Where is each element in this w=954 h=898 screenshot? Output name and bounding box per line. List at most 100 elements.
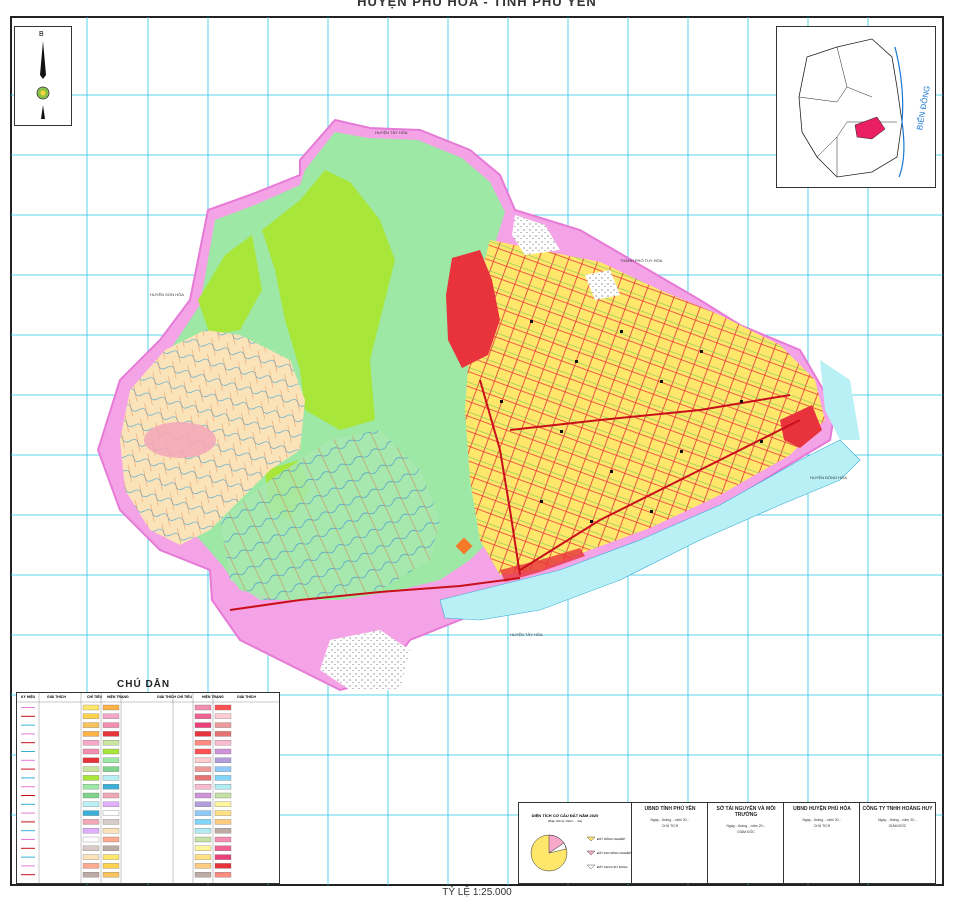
- signature-date: Ngày....tháng....năm 20...: [650, 818, 690, 822]
- legend-swatch: [214, 775, 232, 781]
- legend-swatch: [102, 792, 120, 799]
- legend-swatch: [82, 766, 100, 772]
- legend-swatch: [82, 792, 100, 799]
- legend-swatch: [102, 766, 120, 772]
- legend-swatch: [214, 704, 232, 711]
- legend-swatch: [82, 801, 100, 807]
- legend-swatch: [214, 828, 232, 834]
- legend-swatch: [214, 810, 232, 816]
- signature-role: CHỦ TỊCH: [813, 824, 831, 828]
- legend-swatch: [82, 845, 100, 851]
- legend-swatch: [102, 740, 120, 746]
- location-inset: BIỂN ĐÔNG: [776, 26, 936, 188]
- legend-swatch: [214, 766, 232, 772]
- compass-icon: [36, 41, 50, 119]
- legend-swatch: [214, 740, 232, 746]
- legend-swatch: [102, 836, 120, 843]
- legend-swatch: [194, 784, 212, 790]
- legend-swatch: [102, 748, 120, 755]
- legend-swatch: [214, 792, 232, 799]
- legend-swatch: [194, 819, 212, 825]
- province-outline: [798, 38, 905, 178]
- legend: CHÚ DẪN KÝ HIỆU GIẢI THÍCH CHỈ TIÊU HIỆN…: [16, 679, 280, 884]
- legend-swatch: [82, 836, 100, 843]
- legend-swatch: [102, 775, 120, 781]
- legend-swatch: [214, 748, 232, 755]
- label-northeast: THÀNH PHỐ TUY HÒA: [620, 258, 663, 263]
- legend-swatch: [194, 854, 212, 860]
- legend-swatch: [102, 704, 120, 711]
- label-southeast: HUYỆN ĐÔNG HÒA: [810, 475, 847, 480]
- legend-swatch: [102, 722, 120, 728]
- legend-swatch: [102, 801, 120, 807]
- legend-swatch: [102, 784, 120, 790]
- legend-swatch: [194, 757, 212, 763]
- land-structure-pie: [530, 834, 596, 872]
- legend-swatch: [102, 819, 120, 825]
- legend-swatches: [17, 693, 279, 883]
- legend-swatch: [194, 713, 212, 719]
- legend-swatch: [102, 845, 120, 851]
- legend-swatch: [214, 731, 232, 737]
- legend-title: CHÚ DẪN: [117, 679, 171, 690]
- legend-swatch: [194, 748, 212, 755]
- legend-swatch: [102, 757, 120, 763]
- label-north: HUYỆN TÂY HÒA: [375, 130, 408, 135]
- legend-swatch: [214, 784, 232, 790]
- signature-role: GIÁM ĐỐC: [888, 824, 907, 828]
- pie-legend-item: ĐẤT PHI NÔNG NGHIỆP: [597, 851, 631, 855]
- legend-swatch: [214, 872, 232, 878]
- legend-swatch: [82, 704, 100, 711]
- legend-swatch: [214, 854, 232, 860]
- agricultural-zone: [465, 240, 825, 575]
- label-south: HUYỆN TÂY HÒA: [510, 632, 543, 637]
- legend-swatch: [194, 722, 212, 728]
- legend-swatch: [82, 757, 100, 763]
- legend-swatch: [194, 872, 212, 878]
- legend-swatch: [82, 775, 100, 781]
- legend-swatch: [82, 713, 100, 719]
- legend-swatch: [214, 845, 232, 851]
- legend-swatch: [214, 757, 232, 763]
- north-arrow: B: [14, 26, 72, 126]
- legend-swatch: [194, 863, 212, 869]
- signature-org: UBND TỈNH PHÚ YÊN: [644, 806, 696, 812]
- signature-date: Ngày....tháng....năm 20...: [877, 818, 918, 822]
- legend-swatch: [194, 731, 212, 737]
- signature-cell: CÔNG TY TNHH HOÀNG HUY Ngày....tháng....…: [859, 803, 935, 883]
- signature-role: CHỦ TỊCH: [661, 824, 679, 828]
- signature-date: Ngày....tháng....năm 20...: [726, 824, 766, 828]
- legend-swatch: [214, 863, 232, 869]
- legend-swatch: [82, 854, 100, 860]
- pink-patch: [144, 422, 216, 458]
- signature-date: Ngày....tháng....năm 20...: [802, 818, 842, 822]
- pie-legend-item: ĐẤT CHƯA SỬ DỤNG: [597, 865, 628, 869]
- legend-swatch: [82, 722, 100, 728]
- legend-swatch: [102, 872, 120, 878]
- legend-swatch: [194, 801, 212, 807]
- legend-swatch: [82, 731, 100, 737]
- legend-swatch: [194, 775, 212, 781]
- legend-swatch: [194, 740, 212, 746]
- legend-swatch: [102, 854, 120, 860]
- label-west: HUYỆN SƠN HÒA: [150, 292, 184, 297]
- signature-org: SỞ TÀI NGUYÊN VÀ MÔI TRƯỜNG: [716, 806, 776, 818]
- legend-swatch: [214, 836, 232, 843]
- legend-swatch: [102, 828, 120, 834]
- signature-block: DIỆN TÍCH CƠ CẤU ĐẤT NĂM 2020 (Diện tích…: [518, 802, 936, 884]
- legend-swatch: [194, 810, 212, 816]
- legend-swatch: [194, 828, 212, 834]
- signature-cell: UBND TỈNH PHÚ YÊN Ngày....tháng....năm 2…: [631, 803, 708, 883]
- legend-swatch: [214, 801, 232, 807]
- legend-swatch: [82, 748, 100, 755]
- legend-swatch: [102, 863, 120, 869]
- legend-swatch: [194, 836, 212, 843]
- legend-swatch: [82, 740, 100, 746]
- legend-swatch: [194, 845, 212, 851]
- signature-cell: SỞ TÀI NGUYÊN VÀ MÔI TRƯỜNG Ngày....thán…: [707, 803, 784, 883]
- signature-org: UBND HUYỆN PHÚ HÒA: [793, 806, 851, 812]
- legend-swatch: [214, 819, 232, 825]
- legend-swatch: [82, 872, 100, 878]
- legend-swatch: [102, 731, 120, 737]
- legend-swatch: [102, 713, 120, 719]
